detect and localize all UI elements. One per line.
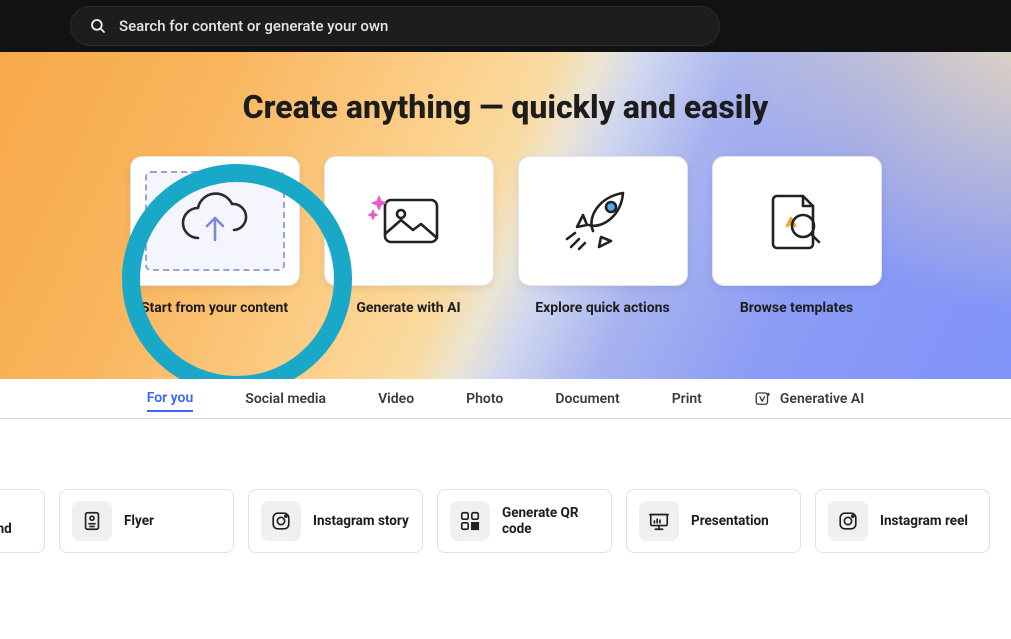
qa-label: Flyer — [124, 513, 154, 529]
qa-flyer[interactable]: Flyer — [59, 489, 234, 553]
qa-instagram-reel[interactable]: Instagram reel — [815, 489, 990, 553]
search-input[interactable] — [119, 17, 701, 35]
qa-label: Instagram reel — [880, 513, 968, 529]
qa-presentation[interactable]: Presentation — [626, 489, 801, 553]
card-label: Generate with AI — [356, 300, 460, 316]
template-search-icon — [757, 186, 837, 256]
hero-title: Create anything — quickly and easily — [0, 88, 1011, 126]
qa-label: Presentation — [691, 513, 769, 529]
search-field[interactable] — [70, 6, 720, 46]
rocket-icon — [561, 185, 645, 257]
qa-label: Remove background — [0, 505, 32, 537]
qr-icon — [450, 501, 490, 541]
instagram-icon — [261, 501, 301, 541]
search-icon — [89, 17, 107, 35]
upload-dropzone — [145, 171, 285, 271]
tab-generative-ai[interactable]: Generative AI — [754, 386, 864, 412]
card-start-from-content[interactable]: Start from your content — [130, 156, 300, 316]
hero-section: Create anything — quickly and easily Sta… — [0, 52, 1011, 379]
card-quick-actions[interactable]: Explore quick actions — [518, 156, 688, 316]
card-generate-ai[interactable]: Generate with AI — [324, 156, 494, 316]
qa-instagram-story[interactable]: Instagram story — [248, 489, 423, 553]
presentation-icon — [639, 501, 679, 541]
quick-actions-row: Remove background Flyer Instagram story … — [0, 419, 1011, 553]
tab-photo[interactable]: Photo — [466, 387, 503, 411]
tab-social-media[interactable]: Social media — [245, 387, 326, 411]
card-browse-templates[interactable]: Browse templates — [712, 156, 882, 316]
qa-label: Generate QR code — [502, 505, 599, 537]
qa-label: Instagram story — [313, 513, 409, 529]
tab-label: Generative AI — [780, 391, 864, 407]
flyer-icon — [72, 501, 112, 541]
card-label: Start from your content — [141, 300, 288, 316]
image-sparkle-icon — [367, 186, 451, 256]
tab-for-you[interactable]: For you — [147, 386, 194, 412]
card-label: Browse templates — [740, 300, 853, 316]
qa-remove-background[interactable]: Remove background — [0, 489, 45, 553]
qa-qr-code[interactable]: Generate QR code — [437, 489, 612, 553]
hero-cards: Start from your content Generate with AI — [0, 156, 1011, 316]
tab-video[interactable]: Video — [378, 387, 414, 411]
top-bar — [0, 0, 1011, 52]
sparkle-square-icon — [754, 390, 772, 408]
tab-print[interactable]: Print — [672, 387, 702, 411]
category-tabs: For you Social media Video Photo Documen… — [0, 379, 1011, 419]
instagram-icon — [828, 501, 868, 541]
tab-document[interactable]: Document — [555, 387, 619, 411]
card-label: Explore quick actions — [535, 300, 669, 316]
cloud-upload-icon — [176, 192, 254, 250]
